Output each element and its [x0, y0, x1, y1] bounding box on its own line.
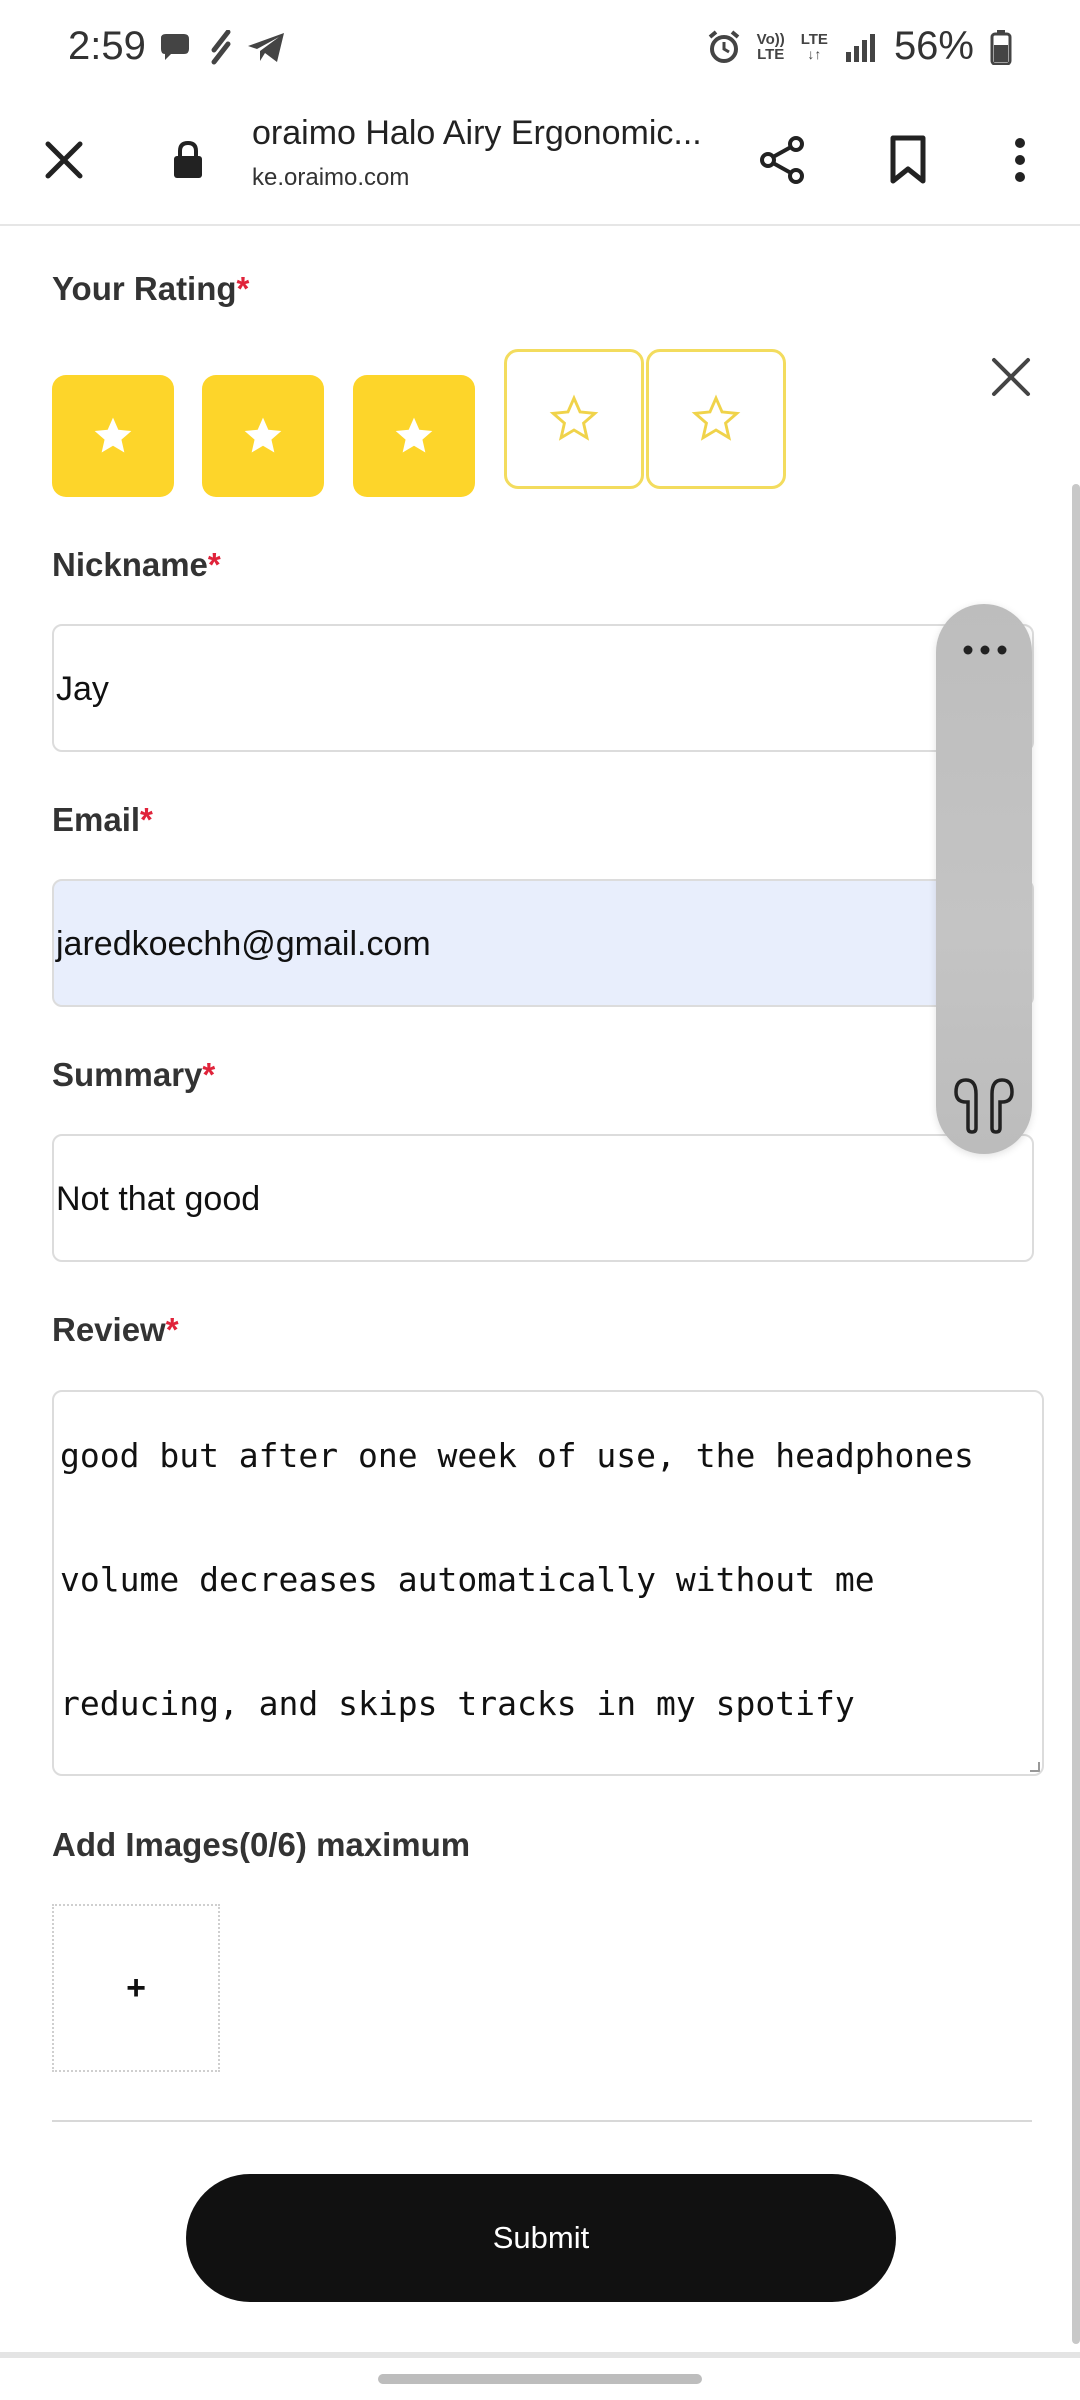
rating-star-4[interactable] — [504, 349, 644, 489]
volte-indicator: Vo)) LTE — [756, 30, 785, 63]
page-url[interactable]: ke.oraimo.com — [252, 164, 409, 192]
resize-handle[interactable] — [1030, 1762, 1040, 1772]
review-line: volume decreases automatically without m… — [60, 1560, 875, 1599]
page-title[interactable]: oraimo Halo Airy Ergonomic... — [252, 114, 702, 153]
email-field[interactable]: jaredkoechh@gmail.com — [52, 879, 1034, 1007]
submit-button[interactable]: Submit — [186, 2174, 896, 2302]
bottom-border — [0, 2352, 1080, 2358]
star-icon — [244, 417, 282, 453]
submit-label: Submit — [492, 2220, 590, 2255]
page-scrollbar[interactable] — [1072, 484, 1080, 2344]
lock-icon — [174, 140, 202, 178]
rating-label: Your Rating* — [52, 270, 250, 307]
email-value: jaredkoechh@gmail.com — [56, 925, 431, 963]
star-outline-icon — [549, 394, 599, 441]
floating-earbuds-widget[interactable] — [936, 604, 1032, 1154]
rating-star-3[interactable] — [353, 375, 475, 497]
star-outline-icon — [691, 394, 741, 441]
summary-value: Not that good — [56, 1180, 261, 1218]
more-vertical-icon — [1015, 138, 1025, 182]
bookmark-button[interactable] — [868, 120, 948, 200]
review-line: reducing, and skips tracks in my spotify — [60, 1684, 855, 1723]
more-options-button[interactable] — [980, 120, 1060, 200]
browser-toolbar: oraimo Halo Airy Ergonomic... ke.oraimo.… — [0, 100, 1080, 226]
alarm-icon — [708, 29, 739, 63]
star-icon — [395, 417, 433, 453]
status-time: 2:59 — [68, 24, 146, 68]
site-security-button[interactable] — [148, 120, 228, 200]
add-images-label: Add Images(0/6) maximum — [52, 1826, 471, 1863]
rating-star-1[interactable] — [52, 375, 174, 497]
status-right: Vo)) LTE LTE ↓↑ 56% — [707, 24, 1012, 69]
summary-label: Summary* — [52, 1056, 216, 1093]
telegram-icon — [248, 33, 284, 62]
earbuds-icon[interactable] — [952, 1074, 1016, 1138]
signal-icon — [845, 33, 875, 62]
clear-rating-icon[interactable] — [986, 352, 1036, 402]
nickname-field[interactable]: Jay — [52, 624, 1034, 752]
summary-field[interactable]: Not that good — [52, 1134, 1034, 1262]
email-label: Email* — [52, 801, 153, 838]
star-icon — [94, 417, 132, 453]
review-textarea[interactable]: good but after one week of use, the head… — [52, 1390, 1044, 1776]
chat-bubble-icon — [161, 34, 189, 60]
stylus-icon — [211, 30, 231, 65]
rating-star-2[interactable] — [202, 375, 324, 497]
battery-percent: 56% — [893, 24, 974, 68]
nickname-value: Jay — [56, 670, 109, 708]
more-horizontal-icon[interactable] — [960, 642, 1010, 658]
plus-icon: + — [126, 1968, 146, 2007]
divider — [52, 2120, 1032, 2122]
lte-indicator: LTE ↓↑ — [800, 30, 828, 62]
close-tab-button[interactable] — [24, 120, 104, 200]
nickname-label: Nickname* — [52, 546, 221, 583]
rating-star-5[interactable] — [646, 349, 786, 489]
review-line: good but after one week of use, the head… — [60, 1436, 974, 1475]
home-indicator[interactable] — [378, 2374, 702, 2384]
battery-icon — [990, 29, 1012, 65]
close-icon — [45, 141, 83, 179]
add-image-button[interactable]: + — [52, 1904, 220, 2072]
bookmark-icon — [890, 135, 926, 184]
review-label: Review* — [52, 1311, 179, 1348]
share-icon — [760, 136, 804, 184]
status-bar: 2:59 Vo)) LTE LTE ↓↑ 56% — [0, 0, 1080, 100]
share-button[interactable] — [742, 120, 822, 200]
